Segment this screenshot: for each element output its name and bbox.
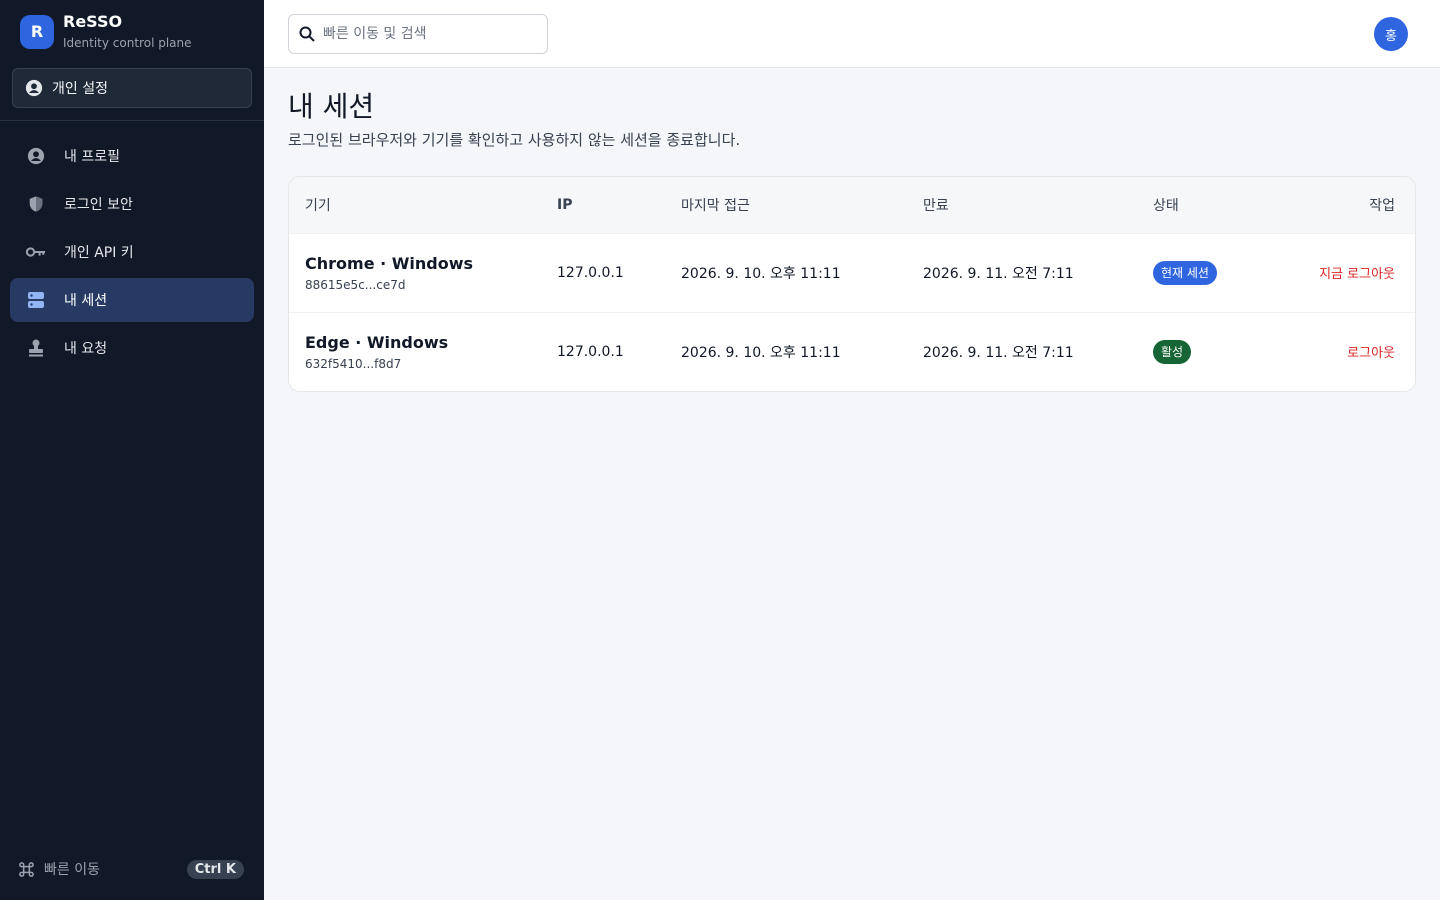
quick-jump-label: 빠른 이동 — [44, 862, 100, 878]
sidebar-item-label: 개인 API 키 — [64, 245, 134, 261]
sidebar-item-label: 내 세션 — [64, 293, 108, 309]
quick-jump-button[interactable]: 빠른 이동 Ctrl K — [18, 859, 244, 879]
shield-icon — [26, 194, 46, 214]
sidebar-divider — [0, 120, 264, 121]
device-name: Edge · Windows — [305, 332, 449, 352]
sessions-table: 기기 IP 마지막 접근 만료 상태 작업 Chrome · Windows 8… — [289, 177, 1415, 391]
session-id: 632f5410...f8d7 — [305, 356, 402, 371]
table-header-row: 기기 IP 마지막 접근 만료 상태 작업 — [289, 177, 1415, 233]
column-header-action: 작업 — [1369, 197, 1395, 214]
sessions-card: 기기 IP 마지막 접근 만료 상태 작업 Chrome · Windows 8… — [288, 176, 1416, 392]
sidebar-item-profile[interactable]: 내 프로필 — [10, 134, 254, 178]
user-circle-icon — [26, 146, 46, 166]
status-badge: 현재 세션 — [1153, 260, 1217, 285]
shortcut-badge: Ctrl K — [186, 859, 244, 879]
status-badge: 활성 — [1153, 339, 1192, 364]
last-access: 2026. 9. 10. 오후 11:11 — [681, 344, 841, 361]
device-name: Chrome · Windows — [305, 253, 474, 273]
sidebar-item-label: 로그인 보안 — [64, 197, 133, 213]
session-id: 88615e5c...ce7d — [305, 277, 406, 292]
brand-name: ReSSO — [63, 12, 123, 31]
column-header-last-access: 마지막 접근 — [681, 197, 750, 214]
brand-logo: R — [20, 14, 54, 49]
scope-selector[interactable]: 개인 설정 — [12, 68, 252, 108]
search-input[interactable] — [323, 26, 533, 42]
scope-label: 개인 설정 — [52, 81, 108, 97]
stamp-icon — [26, 338, 46, 358]
avatar[interactable]: 홍 — [1374, 17, 1408, 51]
server-icon — [26, 290, 46, 310]
sidebar-item-login-security[interactable]: 로그인 보안 — [10, 182, 254, 226]
column-header-expires: 만료 — [923, 197, 949, 214]
sidebar-item-sessions[interactable]: 내 세션 — [10, 278, 254, 322]
column-header-device: 기기 — [305, 197, 331, 214]
key-icon — [26, 242, 46, 262]
sidebar: R ReSSO Identity control plane 개인 설정 내 프… — [0, 0, 264, 900]
ip-address: 127.0.0.1 — [557, 264, 624, 281]
sidebar-item-label: 내 요청 — [64, 341, 108, 357]
logout-button[interactable]: 로그아웃 — [1347, 342, 1395, 361]
logout-now-button[interactable]: 지금 로그아웃 — [1319, 263, 1395, 282]
search-icon — [299, 26, 315, 42]
page-title: 내 세션 — [288, 90, 375, 123]
table-row: Edge · Windows 632f5410...f8d7 127.0.0.1… — [289, 312, 1415, 391]
table-row: Chrome · Windows 88615e5c...ce7d 127.0.0… — [289, 233, 1415, 312]
user-circle-icon — [25, 79, 43, 97]
expires-at: 2026. 9. 11. 오전 7:11 — [923, 265, 1074, 282]
brand[interactable]: R ReSSO Identity control plane — [20, 12, 192, 51]
column-header-status: 상태 — [1153, 197, 1179, 214]
command-icon — [18, 861, 35, 878]
brand-subtitle: Identity control plane — [63, 36, 192, 50]
expires-at: 2026. 9. 11. 오전 7:11 — [923, 344, 1074, 361]
main-content: 내 세션 로그인된 브라우저와 기기를 확인하고 사용하지 않는 세션을 종료합… — [288, 90, 1416, 392]
page-description: 로그인된 브라우저와 기기를 확인하고 사용하지 않는 세션을 종료합니다. — [288, 131, 741, 149]
topbar: 홍 — [264, 0, 1440, 68]
sidebar-nav: 내 프로필 로그인 보안 개인 API 키 내 세션 내 요청 — [10, 134, 254, 374]
column-header-ip: IP — [557, 196, 573, 213]
last-access: 2026. 9. 10. 오후 11:11 — [681, 265, 841, 282]
sidebar-item-label: 내 프로필 — [64, 149, 120, 165]
search-box[interactable] — [288, 14, 548, 54]
sidebar-item-requests[interactable]: 내 요청 — [10, 326, 254, 370]
ip-address: 127.0.0.1 — [557, 343, 624, 360]
sidebar-item-api-keys[interactable]: 개인 API 키 — [10, 230, 254, 274]
